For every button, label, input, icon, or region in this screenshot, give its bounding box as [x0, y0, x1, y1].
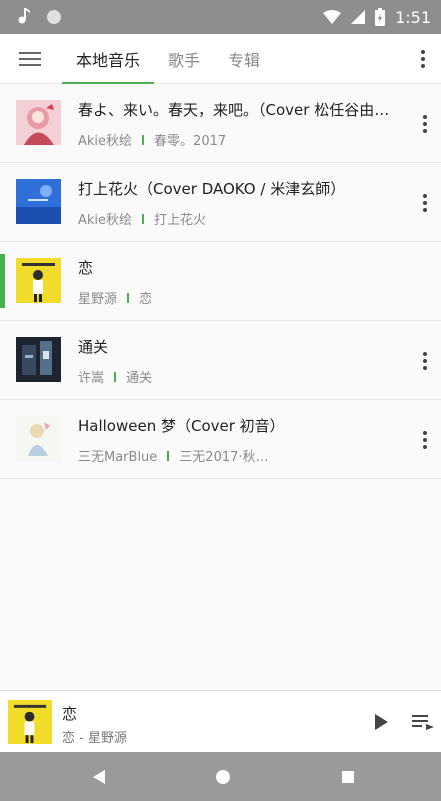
song-meta: 许嵩 通关 [78, 367, 152, 386]
song-album: 春零。2017 [154, 134, 227, 149]
now-playing-subtitle: 恋 - 星野源 [62, 731, 127, 746]
playlist-icon[interactable] [410, 709, 436, 735]
divider [142, 134, 145, 145]
song-artist: 星野源 [78, 292, 118, 307]
now-playing-cover [8, 700, 52, 744]
song-more-icon[interactable] [415, 346, 435, 376]
song-item[interactable]: 春よ、来い。春天，来吧。（Cover 松任谷由实） Akie秋绘 春零。2017 [0, 84, 441, 163]
song-artist: 许嵩 [78, 371, 105, 386]
song-meta: Akie秋绘 打上花火 [78, 209, 206, 228]
circle-icon [47, 10, 61, 24]
play-icon[interactable] [368, 709, 394, 735]
song-more-icon[interactable] [415, 425, 435, 455]
song-more-icon[interactable] [415, 109, 435, 139]
song-more-icon[interactable] [415, 188, 435, 218]
battery-charging-icon [375, 8, 386, 26]
song-item[interactable]: 打上花火（Cover DAOKO / 米津玄師） Akie秋绘 打上花火 [0, 163, 441, 242]
song-album: 恋 [139, 292, 153, 307]
mini-player[interactable]: 恋 恋 - 星野源 [0, 690, 441, 752]
song-title: 春よ、来い。春天，来吧。（Cover 松任谷由实） [78, 101, 398, 119]
song-item[interactable]: Halloween 梦（Cover 初音） 三无MarBlue 三无2017·秋… [0, 400, 441, 479]
song-title: Halloween 梦（Cover 初音） [78, 417, 285, 435]
album-cover [16, 258, 61, 303]
song-item[interactable]: 通关 许嵩 通关 [0, 321, 441, 400]
status-icons: 1:51 [323, 0, 431, 34]
album-cover [16, 416, 61, 461]
recents-icon[interactable] [335, 764, 361, 790]
song-item-now-playing[interactable]: 恋 星野源 恋 [0, 242, 441, 321]
home-icon[interactable] [210, 764, 236, 790]
song-meta: 三无MarBlue 三无2017·秋… [78, 446, 269, 465]
tab-artists[interactable]: 歌手 [154, 34, 214, 84]
song-title: 恋 [78, 259, 94, 277]
tab-local-music[interactable]: 本地音乐 [62, 34, 155, 84]
navigation-bar [0, 752, 441, 801]
signal-icon [351, 10, 366, 24]
song-meta: 星野源 恋 [78, 288, 152, 307]
divider [167, 450, 170, 461]
app-bar: 本地音乐 歌手 专辑 [0, 34, 441, 84]
tab-bar: 本地音乐 歌手 专辑 [62, 34, 274, 84]
song-list: 春よ、来い。春天，来吧。（Cover 松任谷由实） Akie秋绘 春零。2017… [0, 84, 441, 479]
song-album: 打上花火 [154, 213, 207, 228]
song-title: 打上花火（Cover DAOKO / 米津玄師） [78, 180, 346, 198]
music-note-icon [18, 8, 30, 24]
menu-icon[interactable] [10, 39, 50, 79]
song-artist: Akie秋绘 [78, 134, 133, 149]
album-cover [16, 100, 61, 145]
song-artist: Akie秋绘 [78, 213, 133, 228]
song-title: 通关 [78, 338, 109, 356]
song-artist: 三无MarBlue [78, 450, 158, 465]
more-options-icon[interactable] [413, 44, 433, 74]
back-icon[interactable] [86, 764, 112, 790]
divider [142, 213, 145, 224]
tab-albums[interactable]: 专辑 [214, 34, 274, 84]
status-bar: 1:51 [0, 0, 441, 34]
now-playing-title: 恋 [62, 705, 78, 723]
song-meta: Akie秋绘 春零。2017 [78, 130, 226, 149]
status-time: 1:51 [395, 7, 431, 27]
song-album: 通关 [126, 371, 153, 386]
album-cover [16, 337, 61, 382]
song-album: 三无2017·秋… [179, 450, 269, 465]
divider [114, 371, 117, 382]
divider [127, 292, 130, 303]
wifi-icon [323, 10, 342, 24]
album-cover [16, 179, 61, 224]
